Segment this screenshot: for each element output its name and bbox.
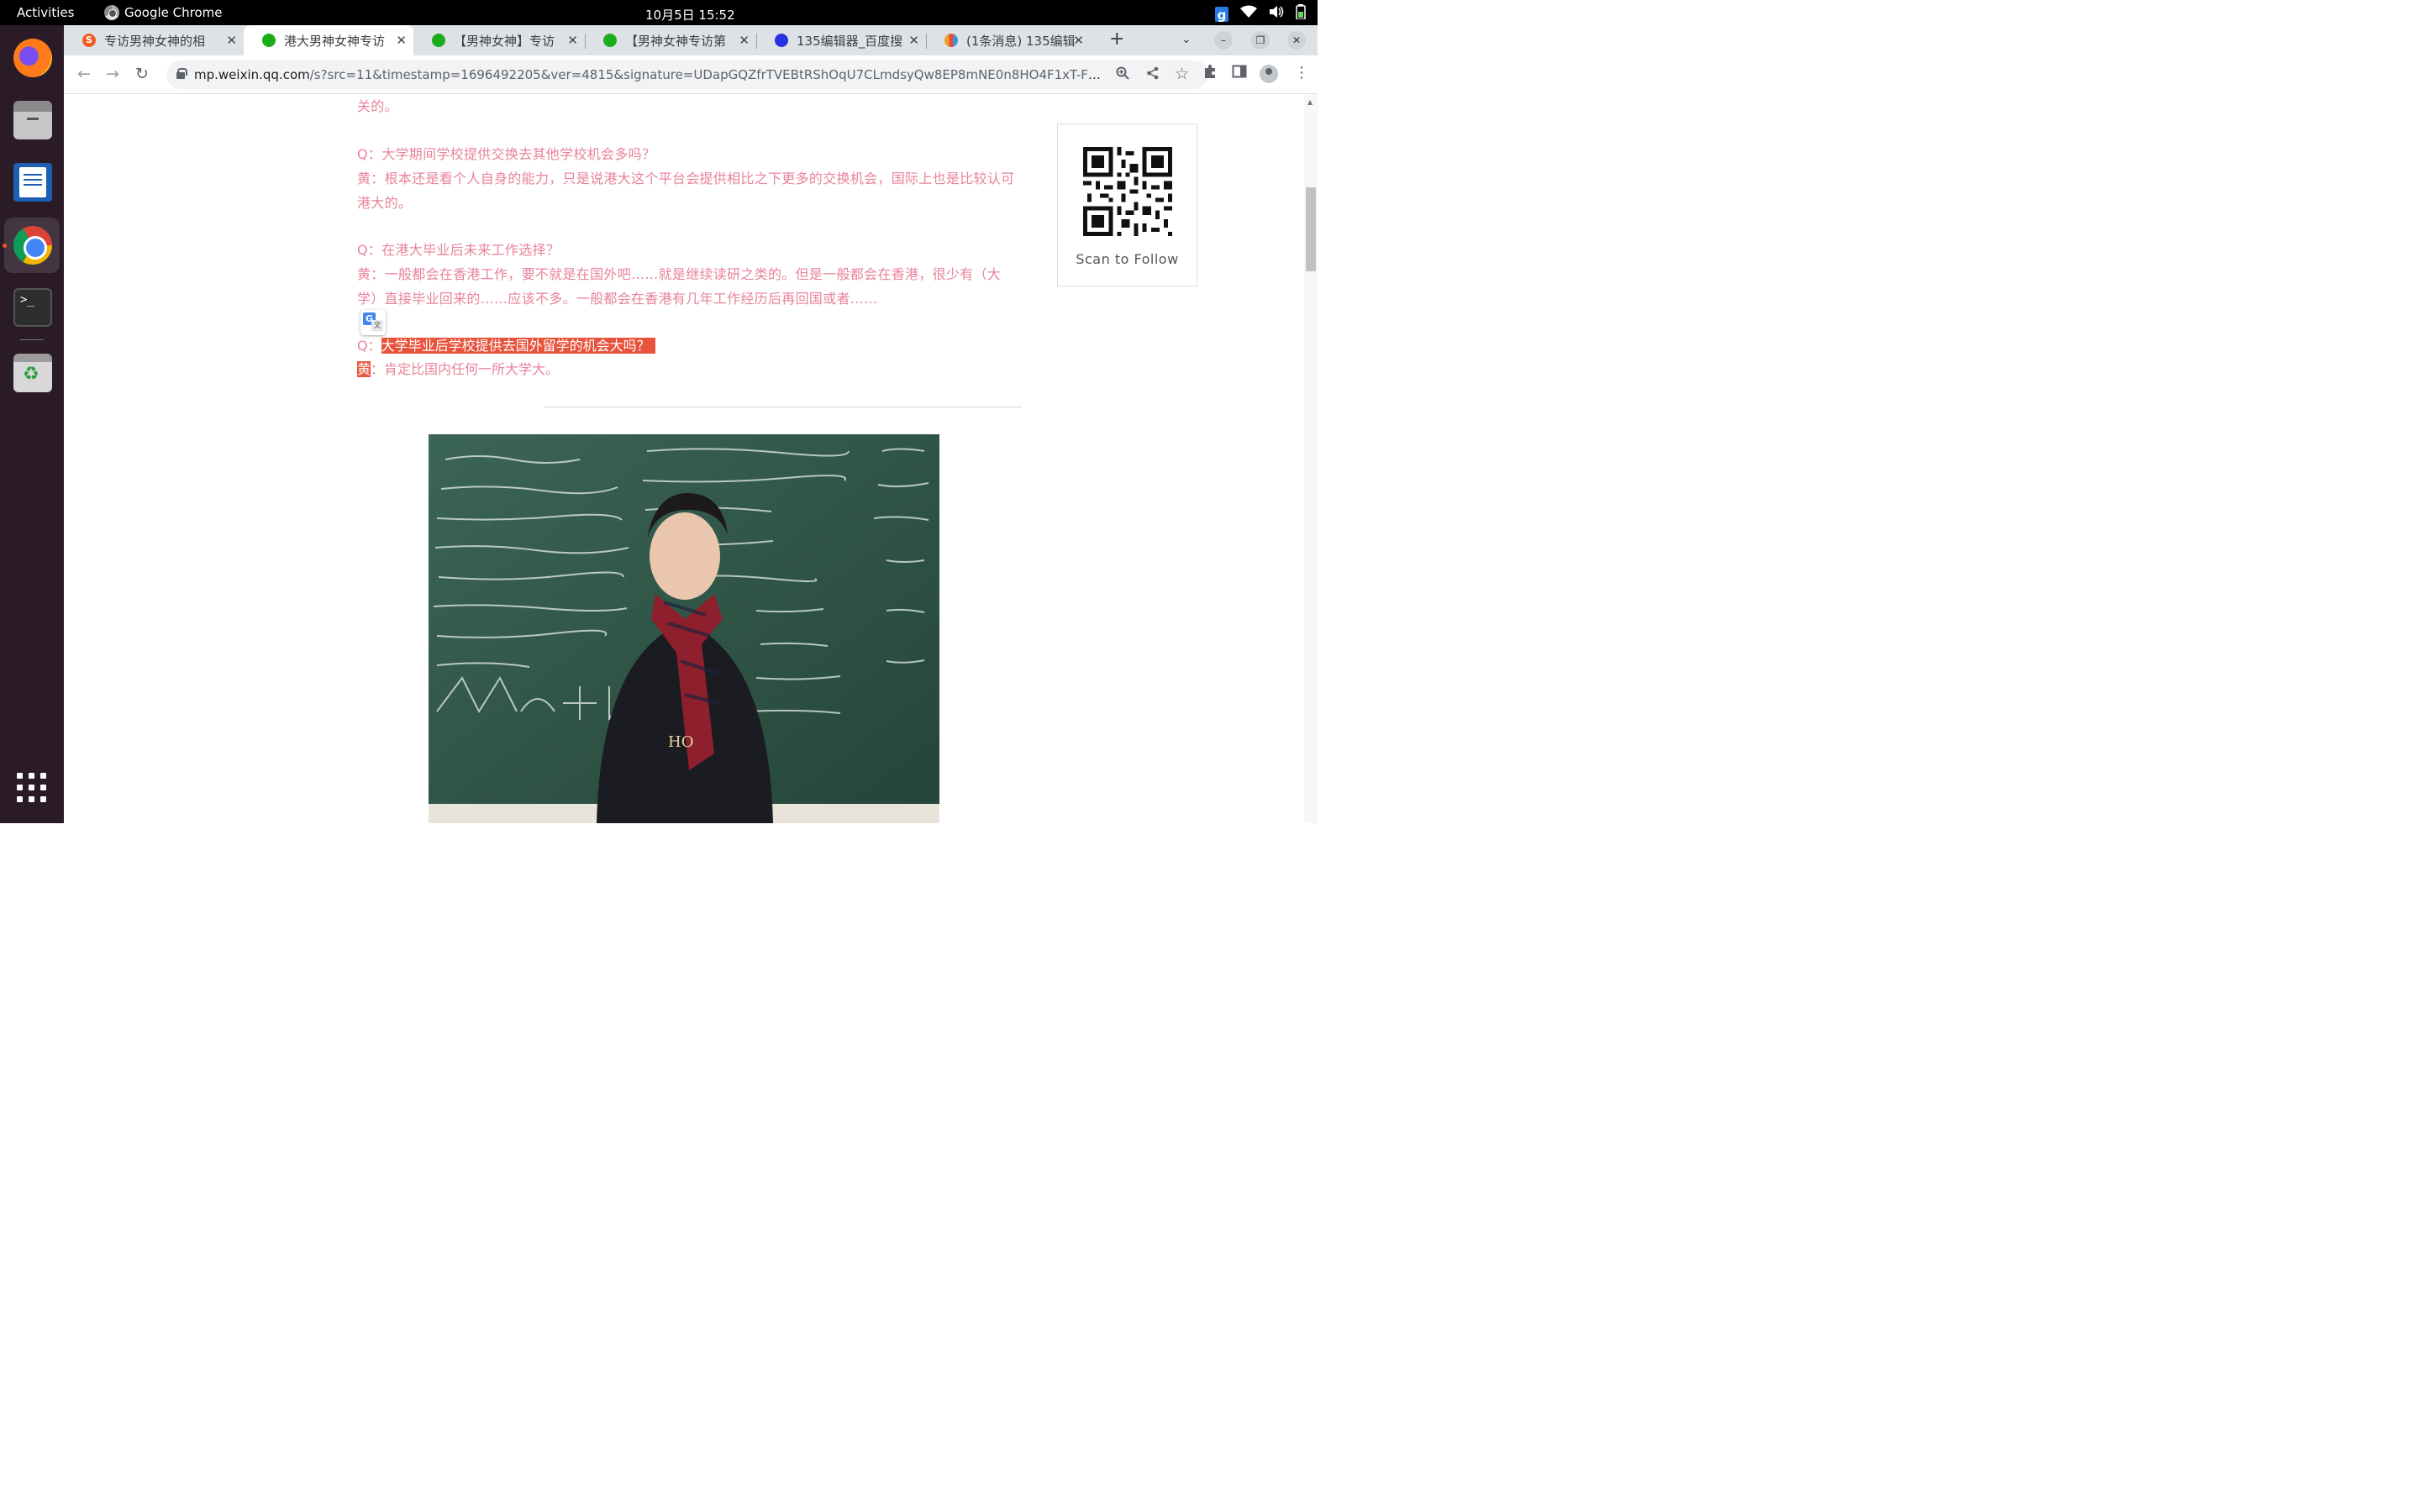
page-scrollbar[interactable]: ▲	[1304, 95, 1318, 823]
lock-icon[interactable]	[176, 68, 187, 79]
blackboard-photo-image: HO	[429, 434, 939, 823]
forward-arrow-icon[interactable]: →	[106, 65, 119, 83]
sogou-favicon-icon: S	[82, 34, 96, 47]
scrollbar-thumb[interactable]	[1306, 187, 1316, 271]
chrome-app-icon	[104, 5, 119, 20]
system-top-bar: Activities Google Chrome 10月5日 15:52 g	[0, 0, 1318, 25]
dock-firefox[interactable]	[4, 30, 60, 86]
terminal-icon: >_	[13, 288, 52, 327]
tab-strip: S 专访男神女神的相 ✕ 港大男神女神专访 ✕ 【男神女神】专访 ✕ 【男神女神…	[64, 25, 1318, 55]
svg-text:HO: HO	[668, 733, 693, 751]
selected-answer-prefix: 黄	[357, 361, 371, 377]
dock-writer[interactable]	[4, 155, 60, 210]
tab-1[interactable]: S 专访男神女神的相 ✕	[64, 25, 244, 55]
minimize-window-icon[interactable]: –	[1214, 31, 1233, 50]
close-tab-icon[interactable]: ✕	[567, 33, 578, 48]
chrome-icon	[13, 226, 52, 265]
baidu-favicon-icon	[775, 34, 788, 47]
input-method-icon[interactable]: g	[1215, 6, 1228, 23]
wechat-favicon-icon	[262, 34, 276, 47]
tab-title: 【男神女神】专访	[454, 33, 555, 49]
tab-5[interactable]: 135编辑器_百度搜 ✕	[756, 25, 926, 55]
new-tab-plus-icon[interactable]: +	[1109, 29, 1124, 50]
chrome-window: S 专访男神女神的相 ✕ 港大男神女神专访 ✕ 【男神女神】专访 ✕ 【男神女神…	[64, 25, 1318, 823]
close-window-icon[interactable]: ✕	[1287, 31, 1306, 50]
close-tab-icon[interactable]: ✕	[226, 33, 237, 48]
extensions-puzzle-icon[interactable]	[1202, 64, 1218, 83]
close-tab-icon[interactable]: ✕	[1073, 33, 1084, 48]
answer-text: ：肯定比国内任何一所大学大。	[371, 361, 560, 377]
system-tray[interactable]: g	[1215, 4, 1306, 24]
wechat-favicon-icon	[432, 34, 445, 47]
follow-qr-card[interactable]: Scan to Follow	[1057, 123, 1197, 286]
url-host: mp.weixin.qq.com	[194, 67, 310, 82]
question-3: Q：大学毕业后学校提供去国外留学的机会大吗？	[357, 334, 655, 358]
wifi-icon[interactable]	[1240, 5, 1257, 23]
answer-3: 黄：肯定比国内任何一所大学大。	[357, 358, 559, 381]
selected-question-text: 大学毕业后学校提供去国外留学的机会大吗？	[381, 338, 655, 354]
close-tab-icon[interactable]: ✕	[396, 33, 407, 48]
bookmark-star-icon[interactable]: ☆	[1175, 65, 1189, 83]
article-page: 关的。 Q：大学期间学校提供交换去其他学校机会多吗？ 黄：根本还是看个人自身的能…	[64, 95, 1304, 823]
battery-icon[interactable]	[1296, 4, 1306, 24]
firefox-icon	[13, 39, 52, 77]
restore-window-icon[interactable]: ❐	[1251, 31, 1270, 50]
dock-trash[interactable]	[4, 345, 60, 401]
question-1: Q：大学期间学校提供交换去其他学校机会多吗？	[357, 146, 656, 162]
share-icon[interactable]	[1146, 66, 1160, 84]
clock[interactable]: 10月5日 15:52	[645, 6, 735, 24]
qr-code-icon	[1083, 147, 1172, 236]
tab-4[interactable]: 【男神女神专访第 ✕	[585, 25, 756, 55]
tab-search-chevron-down-icon[interactable]: ⌄	[1181, 33, 1192, 46]
dock-terminal[interactable]: >_	[4, 280, 60, 335]
profile-avatar-icon[interactable]	[1260, 65, 1278, 83]
scan-to-follow-label: Scan to Follow	[1076, 251, 1179, 267]
close-tab-icon[interactable]: ✕	[739, 33, 750, 48]
volume-icon[interactable]	[1269, 5, 1284, 23]
running-indicator	[3, 244, 7, 248]
question-prefix: Q：	[357, 338, 381, 354]
show-apps-grid-icon[interactable]	[17, 773, 47, 803]
browser-toolbar: ← → ↻ mp.weixin.qq.com/s?src=11&timestam…	[64, 55, 1318, 94]
url-path: /s?src=11&timestamp=1696492205&ver=4815&…	[309, 67, 1102, 82]
tab-title: (1条消息) 135编辑	[966, 33, 1076, 49]
tab-title: 135编辑器_百度搜	[797, 33, 903, 49]
wechat-favicon-icon	[603, 34, 617, 47]
address-bar[interactable]: mp.weixin.qq.com/s?src=11&timestamp=1696…	[166, 60, 1208, 89]
url-text[interactable]: mp.weixin.qq.com/s?src=11&timestamp=1696…	[194, 67, 1102, 82]
dock-chrome[interactable]	[4, 218, 60, 273]
dock: >_	[0, 25, 64, 823]
activities-button[interactable]: Activities	[17, 5, 74, 20]
back-arrow-icon[interactable]: ←	[77, 65, 91, 83]
tab-title: 港大男神女神专访	[284, 33, 386, 49]
writer-icon	[13, 163, 52, 202]
article-photo-person-at-blackboard: HO	[429, 434, 939, 823]
side-panel-icon[interactable]	[1232, 64, 1247, 83]
scroll-up-arrow-icon[interactable]: ▲	[1307, 98, 1313, 106]
answer-1: 黄：根本还是看个人自身的能力，只是说港大这个平台会提供相比之下更多的交换机会，国…	[357, 171, 1015, 211]
app-menu[interactable]: Google Chrome	[104, 5, 223, 20]
question-2: Q：在港大毕业后未来工作选择？	[357, 242, 560, 258]
app-name: Google Chrome	[124, 5, 223, 20]
answer-2: 黄：一般都会在香港工作，要不就是在国外吧……就是继续读研之类的。但是一般都会在香…	[357, 266, 1002, 307]
dock-separator	[20, 339, 44, 340]
tab-3[interactable]: 【男神女神】专访 ✕	[413, 25, 585, 55]
trash-icon	[13, 354, 52, 392]
dock-files[interactable]	[4, 92, 60, 148]
files-icon	[13, 101, 52, 139]
text-fragment: 关的。	[357, 98, 398, 114]
google-translate-icon[interactable]	[360, 310, 386, 335]
editor-135-favicon-icon	[944, 34, 958, 47]
tab-2-active[interactable]: 港大男神女神专访 ✕	[244, 25, 413, 55]
tab-title: 【男神女神专访第	[625, 33, 727, 49]
close-tab-icon[interactable]: ✕	[908, 33, 919, 48]
tab-6[interactable]: (1条消息) 135编辑 ✕	[926, 25, 1091, 55]
zoom-magnifier-icon[interactable]	[1116, 66, 1129, 84]
kebab-menu-icon[interactable]: ⋮	[1294, 64, 1309, 81]
reload-icon[interactable]: ↻	[135, 65, 149, 83]
tab-title: 专访男神女神的相	[104, 33, 206, 49]
